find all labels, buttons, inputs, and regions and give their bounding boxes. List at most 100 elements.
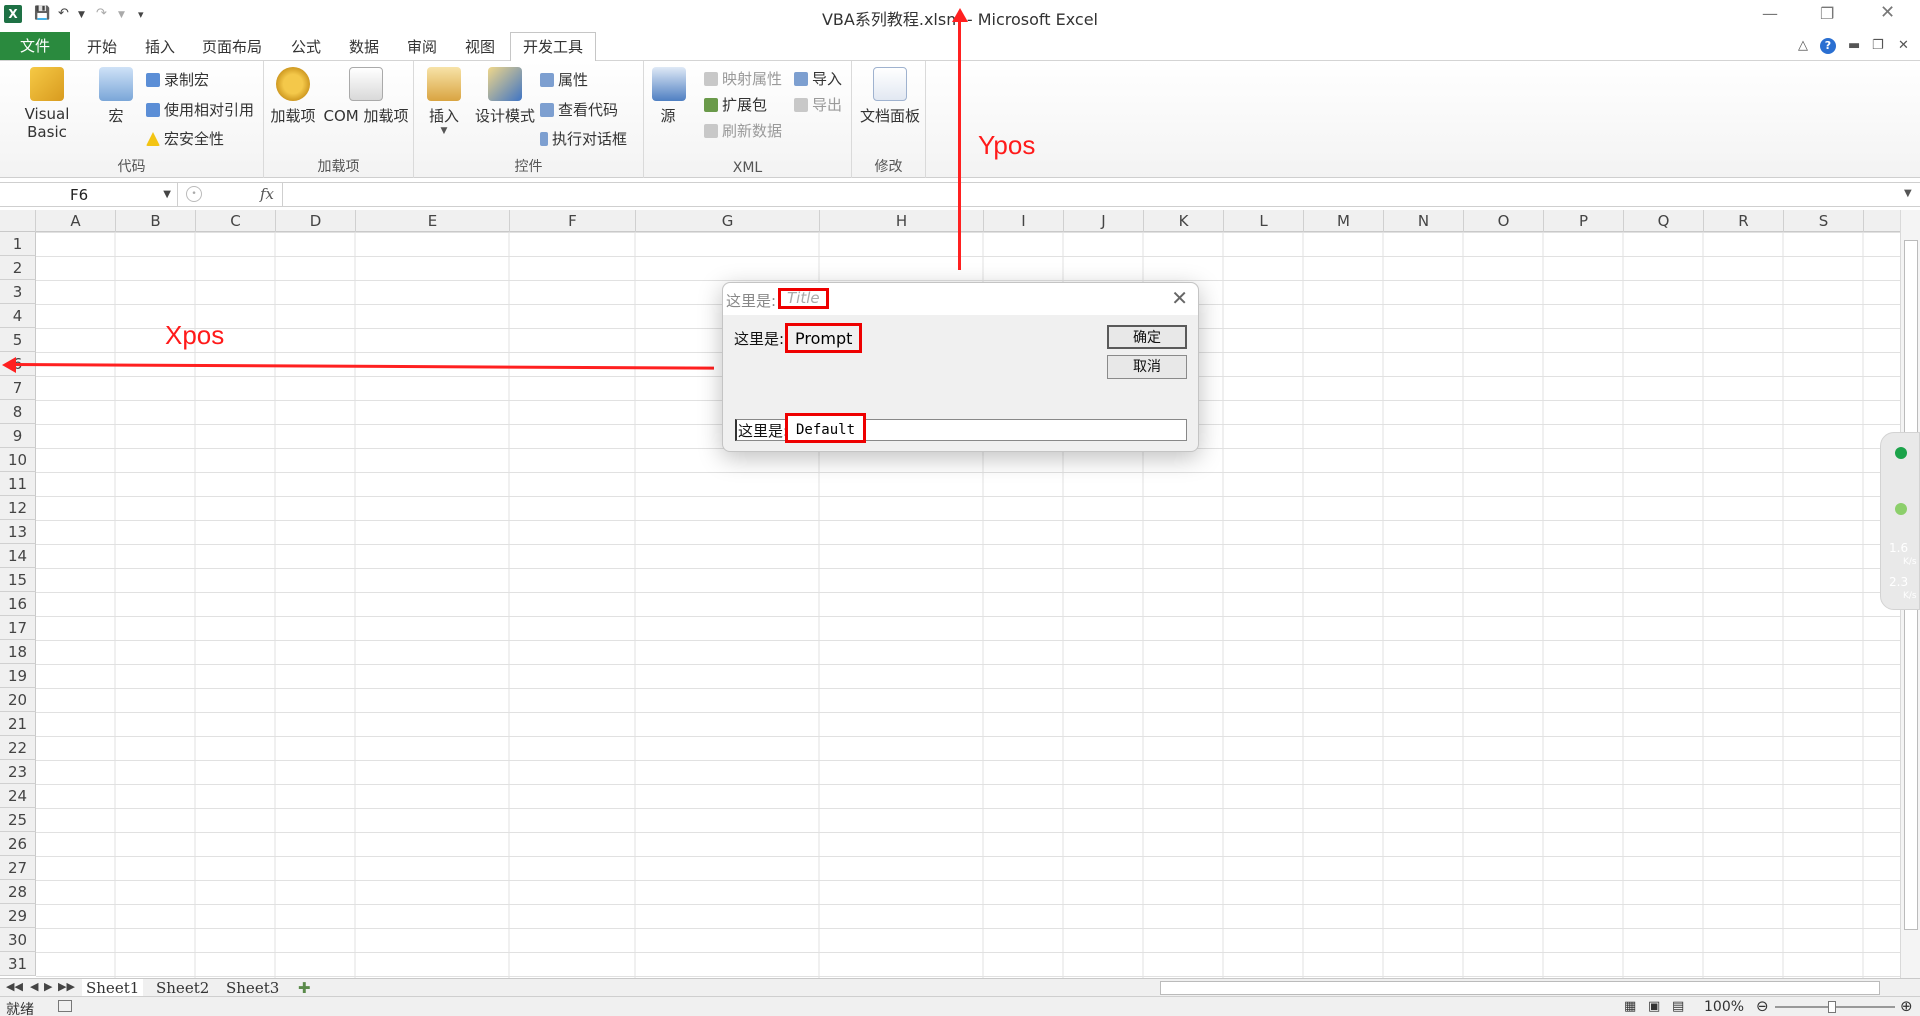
row-header[interactable]: 27 bbox=[0, 856, 36, 880]
cancel-button[interactable]: 取消 bbox=[1107, 355, 1187, 379]
row-header[interactable]: 21 bbox=[0, 712, 36, 736]
row-header[interactable]: 12 bbox=[0, 496, 36, 520]
column-header[interactable]: R bbox=[1704, 210, 1784, 232]
name-box-dropdown-icon[interactable]: ▼ bbox=[163, 183, 171, 207]
next-sheet-icon[interactable]: ▶ bbox=[44, 980, 52, 993]
tab-data[interactable]: 数据 bbox=[342, 36, 386, 61]
last-sheet-icon[interactable]: ▶▶ bbox=[58, 980, 75, 993]
row-header[interactable]: 16 bbox=[0, 592, 36, 616]
row-header[interactable]: 29 bbox=[0, 904, 36, 928]
row-header[interactable]: 26 bbox=[0, 832, 36, 856]
column-header[interactable]: K bbox=[1144, 210, 1224, 232]
column-header[interactable]: N bbox=[1384, 210, 1464, 232]
design-mode-button[interactable]: 设计模式 bbox=[472, 67, 538, 126]
formula-bar-collapse-icon[interactable]: • bbox=[186, 186, 202, 202]
row-header[interactable]: 17 bbox=[0, 616, 36, 640]
record-macro-button[interactable]: 录制宏 bbox=[146, 69, 209, 90]
column-header[interactable]: S bbox=[1784, 210, 1864, 232]
row-header[interactable]: 18 bbox=[0, 640, 36, 664]
sheet-tab-1[interactable]: Sheet1 bbox=[82, 979, 144, 997]
relative-reference-button[interactable]: 使用相对引用 bbox=[146, 99, 254, 120]
column-header[interactable]: O bbox=[1464, 210, 1544, 232]
column-header[interactable]: L bbox=[1224, 210, 1304, 232]
macro-security-button[interactable]: 宏安全性 bbox=[146, 128, 224, 149]
column-header[interactable]: E bbox=[356, 210, 510, 232]
view-code-button[interactable]: 查看代码 bbox=[540, 99, 618, 120]
expansion-packs-button[interactable]: 扩展包 bbox=[704, 94, 767, 115]
xml-export-button[interactable]: 导出 bbox=[794, 94, 842, 115]
close-icon[interactable]: ✕ bbox=[1880, 2, 1895, 23]
ok-button[interactable]: 确定 bbox=[1107, 325, 1187, 349]
minimize-ribbon-icon[interactable]: △ bbox=[1798, 38, 1808, 53]
row-header[interactable]: 24 bbox=[0, 784, 36, 808]
column-header[interactable]: G bbox=[636, 210, 820, 232]
xml-import-button[interactable]: 导入 bbox=[794, 68, 842, 89]
tab-view[interactable]: 视图 bbox=[458, 36, 502, 61]
column-header[interactable]: P bbox=[1544, 210, 1624, 232]
visual-basic-button[interactable]: Visual Basic bbox=[4, 67, 90, 141]
sheet-tab-2[interactable]: Sheet2 bbox=[156, 979, 209, 997]
tab-developer[interactable]: 开发工具 bbox=[510, 32, 596, 62]
network-speed-widget[interactable]: 1.6 K/s 2.3 K/s bbox=[1880, 432, 1920, 610]
tab-review[interactable]: 审阅 bbox=[400, 36, 444, 61]
minimize-icon[interactable]: — bbox=[1762, 4, 1778, 23]
run-dialog-button[interactable]: 执行对话框 bbox=[540, 128, 627, 149]
column-header[interactable]: I bbox=[984, 210, 1064, 232]
insert-function-icon[interactable]: fx bbox=[260, 185, 274, 203]
prev-sheet-icon[interactable]: ◀ bbox=[30, 980, 38, 993]
workbook-minimize-icon[interactable]: ▬ bbox=[1848, 38, 1860, 53]
tab-file[interactable]: 文件 bbox=[0, 32, 70, 60]
row-header[interactable]: 14 bbox=[0, 544, 36, 568]
first-sheet-icon[interactable]: ◀◀ bbox=[6, 980, 23, 993]
row-header[interactable]: 22 bbox=[0, 736, 36, 760]
row-header[interactable]: 25 bbox=[0, 808, 36, 832]
column-header[interactable]: C bbox=[196, 210, 276, 232]
macro-record-icon[interactable] bbox=[58, 1000, 72, 1012]
expand-formula-bar-icon[interactable]: ▼ bbox=[1904, 188, 1912, 199]
row-header[interactable]: 23 bbox=[0, 760, 36, 784]
zoom-in-icon[interactable]: ⊕ bbox=[1900, 997, 1913, 1015]
zoom-slider-handle[interactable] bbox=[1828, 1001, 1836, 1013]
row-header[interactable]: 28 bbox=[0, 880, 36, 904]
row-header[interactable]: 7 bbox=[0, 376, 36, 400]
workbook-close-icon[interactable]: ✕ bbox=[1898, 38, 1909, 53]
dialog-default-value[interactable]: Default bbox=[785, 413, 867, 443]
row-header[interactable]: 15 bbox=[0, 568, 36, 592]
select-all-corner[interactable] bbox=[0, 210, 36, 232]
dialog-close-icon[interactable]: ✕ bbox=[1171, 286, 1188, 310]
column-header[interactable]: A bbox=[36, 210, 116, 232]
workbook-restore-icon[interactable]: ❐ bbox=[1872, 38, 1884, 53]
macro-button[interactable]: 宏 bbox=[96, 67, 136, 126]
tab-page-layout[interactable]: 页面布局 bbox=[198, 36, 266, 61]
page-layout-view-icon[interactable]: ▣ bbox=[1648, 999, 1660, 1014]
zoom-out-icon[interactable]: ⊖ bbox=[1756, 997, 1769, 1015]
page-break-view-icon[interactable]: ▤ bbox=[1672, 999, 1684, 1014]
xml-source-button[interactable]: 源 bbox=[652, 67, 686, 126]
map-properties-button[interactable]: 映射属性 bbox=[704, 68, 782, 89]
refresh-data-button[interactable]: 刷新数据 bbox=[704, 120, 782, 141]
document-panel-button[interactable]: 文档面板 bbox=[858, 67, 922, 126]
tab-home[interactable]: 开始 bbox=[80, 36, 124, 61]
addins-button[interactable]: 加载项 bbox=[270, 67, 316, 126]
column-header[interactable]: M bbox=[1304, 210, 1384, 232]
row-header[interactable]: 13 bbox=[0, 520, 36, 544]
row-header[interactable]: 20 bbox=[0, 688, 36, 712]
horizontal-scrollbar[interactable] bbox=[1160, 981, 1880, 995]
row-header[interactable]: 10 bbox=[0, 448, 36, 472]
name-box[interactable]: F6 ▼ bbox=[0, 183, 178, 207]
row-header[interactable]: 9 bbox=[0, 424, 36, 448]
row-header[interactable]: 11 bbox=[0, 472, 36, 496]
column-header[interactable]: F bbox=[510, 210, 636, 232]
column-header[interactable]: J bbox=[1064, 210, 1144, 232]
row-header[interactable]: 1 bbox=[0, 232, 36, 256]
formula-input[interactable] bbox=[282, 183, 1902, 207]
row-header[interactable]: 4 bbox=[0, 304, 36, 328]
tab-insert[interactable]: 插入 bbox=[138, 36, 182, 61]
row-header[interactable]: 30 bbox=[0, 928, 36, 952]
insert-control-button[interactable]: 插入 ▼ bbox=[422, 67, 466, 136]
row-header[interactable]: 19 bbox=[0, 664, 36, 688]
column-header[interactable]: Q bbox=[1624, 210, 1704, 232]
restore-icon[interactable]: ❐ bbox=[1820, 4, 1834, 23]
column-header[interactable]: B bbox=[116, 210, 196, 232]
properties-button[interactable]: 属性 bbox=[540, 69, 588, 90]
